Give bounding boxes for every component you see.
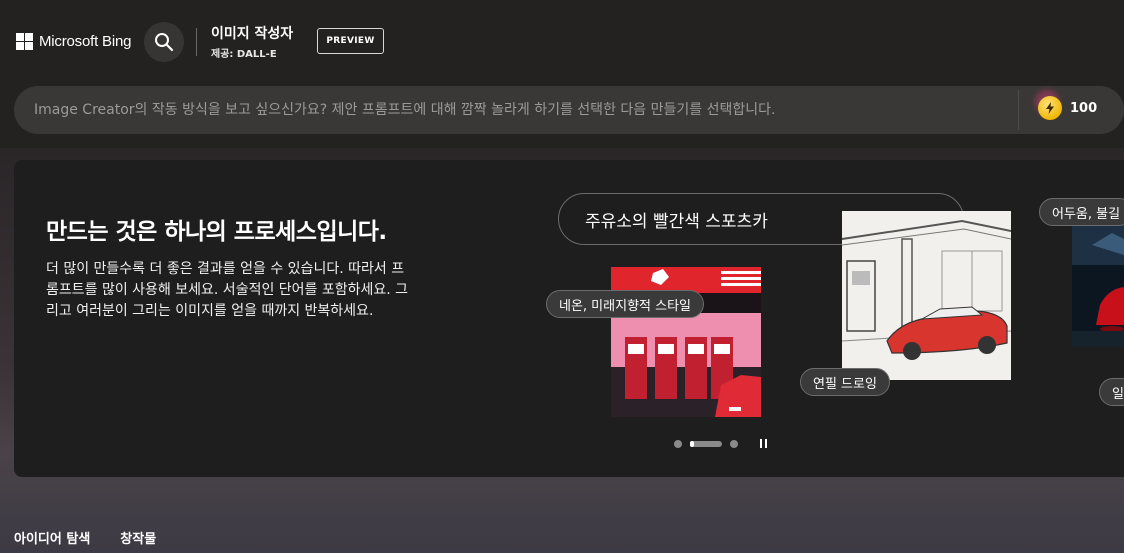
hero-title: 만드는 것은 하나의 프로세스입니다. xyxy=(46,219,387,245)
tab-creations[interactable]: 창작물 xyxy=(120,528,156,547)
microsoft-logo-icon xyxy=(16,33,33,50)
search-button[interactable] xyxy=(144,22,184,62)
style-tag-extra: 일 xyxy=(1099,378,1124,406)
pause-icon[interactable] xyxy=(760,439,767,448)
preview-badge: PREVIEW xyxy=(317,28,384,54)
bottom-tabs: 아이디어 탐색 창작물 xyxy=(14,528,156,547)
style-tag-dark: 어두움, 불길 xyxy=(1039,198,1124,226)
carousel-dot-3[interactable] xyxy=(730,439,738,448)
prompt-bar: 100 xyxy=(14,86,1124,134)
hero-card: 만드는 것은 하나의 프로세스입니다. 더 많이 만들수록 더 좋은 결과를 얻… xyxy=(14,160,1124,477)
carousel-dot-2-active[interactable] xyxy=(690,440,722,447)
prompt-input[interactable] xyxy=(34,86,994,134)
tab-explore-ideas[interactable]: 아이디어 탐색 xyxy=(14,528,90,547)
style-tag-pencil: 연필 드로잉 xyxy=(800,368,890,396)
boost-counter[interactable]: 100 xyxy=(1038,96,1097,120)
dark-style-image xyxy=(1072,225,1124,347)
prompt-separator xyxy=(1018,90,1019,130)
app-title: 이미지 작성자 xyxy=(211,26,294,42)
bing-logo[interactable]: Microsoft Bing xyxy=(16,33,131,50)
boost-coin-icon xyxy=(1038,96,1062,120)
style-tag-neon: 네온, 미래지향적 스타일 xyxy=(546,290,704,318)
carousel-dot-1[interactable] xyxy=(674,439,682,448)
boost-count: 100 xyxy=(1070,100,1098,116)
hero-description: 더 많이 만들수록 더 좋은 결과를 얻을 수 있습니다. 따라서 프롬프트를 … xyxy=(46,261,409,319)
search-icon xyxy=(155,33,174,52)
app-subtitle: 제공: DALL-E xyxy=(211,49,277,60)
logo-text: Microsoft Bing xyxy=(39,33,132,50)
carousel-indicator xyxy=(674,439,767,448)
pencil-sketch-image xyxy=(842,211,1011,380)
header-divider xyxy=(196,28,197,56)
top-header: Microsoft Bing 이미지 작성자 제공: DALL-E PREVIE… xyxy=(0,0,1124,148)
